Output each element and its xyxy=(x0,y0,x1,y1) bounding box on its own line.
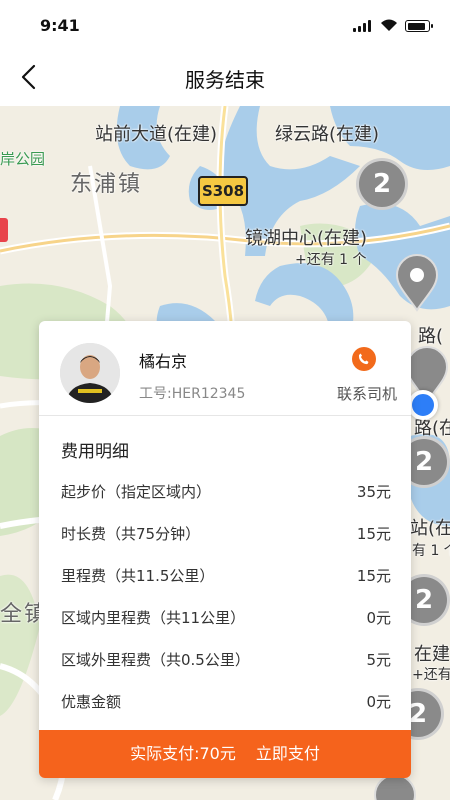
status-time: 9:41 xyxy=(40,16,80,35)
fee-value: 0元 xyxy=(366,693,391,711)
wifi-icon xyxy=(381,19,397,31)
fee-row: 区域内里程费（共11公里） 0元 xyxy=(61,607,391,631)
trip-summary-card: 橘右京 工号:HER12345 联系司机 费用明细 起步价（指定区域内） 35元… xyxy=(39,321,411,778)
battery-icon xyxy=(405,20,433,32)
map-pin-icon[interactable] xyxy=(394,254,440,312)
map-label-dongpu: 东浦镇 xyxy=(70,172,143,197)
fee-label: 时长费（共75分钟） xyxy=(61,525,201,543)
map-label-jinghu: 镜湖中心(在建) xyxy=(245,228,368,249)
status-bar: 9:41 xyxy=(0,0,450,44)
fee-value: 0元 xyxy=(366,609,391,627)
pay-now-label: 立即支付 xyxy=(255,744,320,763)
fee-label: 区域内里程费（共11公里） xyxy=(61,609,246,627)
pay-now-button[interactable]: 实际支付:70元 立即支付 xyxy=(39,730,411,778)
driver-name: 橘右京 xyxy=(139,352,188,371)
fee-value: 15元 xyxy=(356,567,391,585)
map-label-zhanqian: 站前大道(在建) xyxy=(95,124,218,145)
fee-row: 里程费（共11.5公里） 15元 xyxy=(61,565,391,589)
fee-label: 起步价（指定区域内） xyxy=(61,483,212,501)
fee-label: 里程费（共11.5公里） xyxy=(61,567,215,585)
map-label-right-1: 路( xyxy=(418,326,444,347)
current-location-icon xyxy=(408,390,438,420)
page-title: 服务结束 xyxy=(185,68,265,92)
fee-details-title: 费用明细 xyxy=(61,442,129,462)
fee-value: 15元 xyxy=(356,525,391,543)
map-label-right-5: 在建 xyxy=(414,644,450,665)
driver-id: 工号:HER12345 xyxy=(139,386,246,402)
contact-driver-button[interactable]: 联系司机 xyxy=(315,343,411,413)
phone-icon xyxy=(352,347,376,371)
map-label-luyun: 绿云路(在建) xyxy=(275,124,380,145)
map-label-right-3: 站(在 xyxy=(410,518,450,539)
driver-avatar xyxy=(60,343,120,403)
fee-row: 优惠金额 0元 xyxy=(61,691,391,715)
map-label-right-6: +还有 xyxy=(412,667,450,683)
fee-value: 35元 xyxy=(356,483,391,501)
fee-value: 5元 xyxy=(366,651,391,669)
navigation-bar: 服务结束 xyxy=(0,44,450,106)
cellular-signal-icon xyxy=(353,20,375,32)
driver-info: 橘右京 工号:HER12345 联系司机 xyxy=(39,321,411,416)
contact-driver-label: 联系司机 xyxy=(336,385,397,403)
map-label-more: +还有 1 个 xyxy=(295,252,367,268)
map-label-park: 岸公园 xyxy=(0,150,46,168)
fee-row: 区域外里程费（共0.5公里） 5元 xyxy=(61,649,391,673)
fee-row: 时长费（共75分钟） 15元 xyxy=(61,523,391,547)
road-badge-s308: S308 xyxy=(198,176,248,206)
map-cluster-marker[interactable]: 2 xyxy=(356,158,408,210)
fee-row: 起步价（指定区域内） 35元 xyxy=(61,481,391,505)
fee-label: 区域外里程费（共0.5公里） xyxy=(61,651,250,669)
total-paid-label: 实际支付:70元 xyxy=(130,744,236,763)
fee-label: 优惠金额 xyxy=(61,693,122,711)
map-label-right-4: 有 1 个 xyxy=(412,543,450,559)
